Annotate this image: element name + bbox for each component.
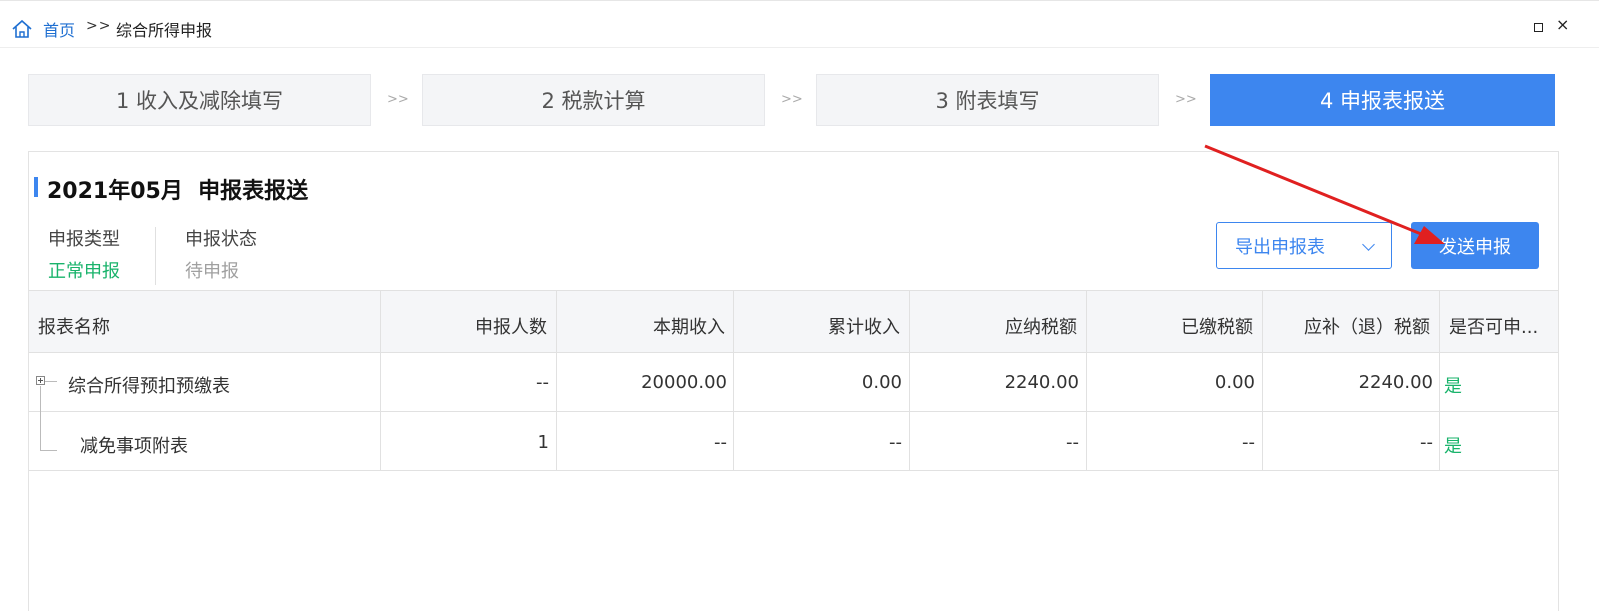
- info-divider: [155, 227, 156, 285]
- report-name: 综合所得预扣预缴表: [68, 376, 230, 397]
- breadcrumb-current: 综合所得申报: [116, 21, 213, 40]
- tree-connector: [45, 381, 57, 382]
- col-header-count[interactable]: 申报人数: [380, 313, 547, 339]
- col-header-refund[interactable]: 应补（退）税额: [1263, 313, 1430, 339]
- report-paid: 0.00: [1214, 372, 1255, 393]
- report-paid: --: [1242, 432, 1255, 453]
- step-4-submit[interactable]: 4 申报表报送: [1210, 74, 1555, 126]
- report-can-file: 是: [1444, 436, 1462, 457]
- step-3-attachments[interactable]: 3 附表填写: [816, 74, 1159, 126]
- col-header-can-file[interactable]: 是否可申...: [1449, 313, 1538, 339]
- row-divider: [29, 470, 1558, 471]
- filing-type-value: 正常申报: [48, 261, 120, 282]
- report-name: 减免事项附表: [80, 436, 188, 457]
- title-accent-bar: [34, 177, 38, 197]
- filing-status-value: 待申报: [185, 261, 239, 282]
- top-bar: 首页 >> 综合所得申报 ×: [0, 0, 1599, 48]
- filing-type-label: 申报类型: [48, 229, 120, 250]
- report-income: --: [714, 432, 727, 453]
- step-1-income[interactable]: 1 收入及减除填写: [28, 74, 371, 126]
- home-icon[interactable]: [11, 18, 33, 40]
- report-payable: --: [1066, 432, 1079, 453]
- step-2-tax-calc[interactable]: 2 税款计算: [422, 74, 765, 126]
- export-report-label: 导出申报表: [1235, 236, 1325, 258]
- col-divider: [1439, 290, 1440, 471]
- report-payable: 2240.00: [1004, 372, 1079, 393]
- col-header-paid[interactable]: 已缴税额: [1086, 313, 1253, 339]
- breadcrumb-separator: >>: [86, 18, 112, 34]
- tree-connector: [40, 450, 57, 451]
- step-separator: >>: [781, 92, 803, 107]
- report-count: 1: [537, 432, 549, 453]
- restore-icon[interactable]: [1534, 23, 1543, 32]
- report-can-file: 是: [1444, 376, 1462, 397]
- expand-icon[interactable]: [36, 376, 45, 385]
- col-header-report-name[interactable]: 报表名称: [38, 313, 110, 339]
- report-refund: 2240.00: [1358, 372, 1433, 393]
- col-header-payable[interactable]: 应纳税额: [910, 313, 1077, 339]
- send-report-button[interactable]: 发送申报: [1411, 222, 1539, 269]
- report-refund: --: [1420, 432, 1433, 453]
- step-separator: >>: [387, 92, 409, 107]
- report-income: 20000.00: [641, 372, 727, 393]
- close-icon[interactable]: ×: [1556, 15, 1569, 34]
- col-header-income[interactable]: 本期收入: [557, 313, 725, 339]
- col-header-cumulative[interactable]: 累计收入: [733, 313, 900, 339]
- tree-connector: [40, 386, 41, 450]
- row-divider: [29, 411, 1558, 412]
- panel-title: 2021年05月 申报表报送: [47, 179, 309, 204]
- report-count: --: [536, 372, 549, 393]
- filing-status-label: 申报状态: [185, 229, 257, 250]
- step-separator: >>: [1175, 92, 1197, 107]
- breadcrumb-home-link[interactable]: 首页: [43, 17, 75, 41]
- report-cumulative: --: [889, 432, 902, 453]
- report-cumulative: 0.00: [861, 372, 902, 393]
